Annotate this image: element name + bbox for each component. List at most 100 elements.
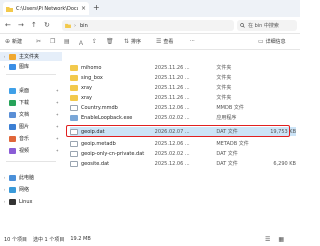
chevron-right-icon: › <box>3 54 6 59</box>
application-icon <box>70 114 78 121</box>
file-date: 2025.11.26 ... <box>154 64 190 71</box>
address-field[interactable]: › bin <box>62 20 234 31</box>
file-name: geoip.metadb <box>80 140 116 147</box>
pictures-icon <box>9 123 16 130</box>
sidebar-item-label: 网络 <box>19 187 30 193</box>
file-icon <box>70 104 78 111</box>
network-icon <box>9 186 16 193</box>
paste-icon[interactable]: ▤ <box>64 38 72 45</box>
delete-icon[interactable]: 🗑 <box>106 38 116 45</box>
close-tab-icon[interactable]: × <box>81 5 86 12</box>
file-icon <box>70 150 78 157</box>
list-item[interactable]: xray 2025.11.26 ... 文件夹 <box>70 93 296 102</box>
sidebar-item-this-pc[interactable]: › 此电脑 <box>0 173 62 182</box>
pin-icon: ✦ <box>55 124 59 129</box>
list-item[interactable]: EnableLoopback.exe 2025.02.02 ... 应用程序 <box>70 113 296 122</box>
list-item[interactable]: Country.mmdb 2025.12.06 ... MMDB 文件 <box>70 103 296 112</box>
file-type: MMDB 文件 <box>216 105 244 111</box>
sidebar-item-label: 视频 <box>19 148 30 154</box>
copy-icon[interactable]: ❐ <box>50 38 57 45</box>
list-item[interactable]: geoip.metadb 2025.12.06 ... METADB 文件 <box>70 139 296 148</box>
sidebar-item-label: 桌面 <box>19 88 30 94</box>
details-icon: ▭ <box>258 38 264 45</box>
more-button[interactable]: ··· <box>190 38 195 44</box>
file-name: EnableLoopback.exe <box>80 114 133 121</box>
pin-icon: ✦ <box>55 112 59 117</box>
explorer-tab[interactable]: C:\Users\Pi Network\Docume × <box>3 2 89 15</box>
refresh-button[interactable]: ↻ <box>44 20 50 30</box>
file-type: 文件夹 <box>216 75 232 81</box>
desktop-icon <box>9 87 16 94</box>
file-name: Country.mmdb <box>80 104 118 111</box>
view-button[interactable]: ☰ 查看 <box>156 38 173 45</box>
sidebar-item-label: 此电脑 <box>19 175 35 181</box>
file-name: geoip-only-cn-private.dat <box>80 150 145 157</box>
pin-icon: ✦ <box>55 100 59 105</box>
file-list: mihomo 2025.11.26 ... 文件夹 sing_box 2025.… <box>64 51 300 232</box>
file-icon <box>70 160 78 167</box>
rename-icon[interactable]: Ａ <box>78 38 86 47</box>
list-item[interactable]: mihomo 2025.11.26 ... 文件夹 <box>70 63 296 72</box>
list-item[interactable]: xray 2025.11.26 ... 文件夹 <box>70 83 296 92</box>
back-button[interactable]: ← <box>5 20 11 30</box>
chevron-right-icon: › <box>3 175 6 180</box>
details-label: 详细信息 <box>265 39 286 45</box>
file-type: 文件夹 <box>216 95 232 101</box>
chevron-right-icon: › <box>74 22 76 29</box>
sidebar-item-home[interactable]: › 主文件夹 <box>0 52 62 61</box>
search-input[interactable]: 在 bin 中搜索 <box>237 20 297 31</box>
view-label: 查看 <box>163 39 174 45</box>
details-view-icon[interactable]: ☰ <box>265 236 270 243</box>
file-type: DAT 文件 <box>216 151 238 157</box>
pin-icon: ✦ <box>55 88 59 93</box>
this-pc-icon <box>9 174 16 181</box>
download-icon <box>9 99 16 106</box>
sidebar-item-music[interactable]: 音乐 ✦ <box>0 134 62 143</box>
sidebar-item-label: 图片 <box>19 124 30 130</box>
sidebar-item-desktop[interactable]: 桌面 ✦ <box>0 86 62 95</box>
sidebar-item-network[interactable]: › 网络 <box>0 185 62 194</box>
file-name: xray <box>80 84 93 91</box>
sidebar-item-gallery[interactable]: › 图库 <box>0 62 62 71</box>
command-bar: ⊕ 新建 ✂ ❐ ▤ Ａ ⇪ 🗑 ⇅ 排序 ☰ 查看 ··· ▭ 详细信息 <box>0 34 300 50</box>
navigation-pane: › 主文件夹 › 图库 桌面 ✦ 下载 ✦ 文档 ✦ 图片 ✦ 音乐 ✦ 视频 … <box>0 51 62 232</box>
file-type: 文件夹 <box>216 85 232 91</box>
chevron-right-icon: › <box>3 64 6 69</box>
file-name: sing_box <box>80 74 103 81</box>
new-tab-button[interactable]: + <box>93 3 100 13</box>
search-placeholder: 在 bin 中搜索 <box>248 23 279 29</box>
share-icon[interactable]: ⇪ <box>92 38 99 45</box>
list-item[interactable]: geosite.dat 2025.12.06 ... DAT 文件 6,290 … <box>70 159 296 168</box>
title-bar: C:\Users\Pi Network\Docume × + <box>0 0 300 17</box>
highlight-box <box>66 125 290 137</box>
view-icon: ☰ <box>156 38 162 45</box>
tiles-view-icon[interactable]: ▦ <box>278 236 284 243</box>
item-count: 10 个项目 <box>4 236 27 243</box>
sidebar-item-label: 下载 <box>19 100 30 106</box>
gallery-icon <box>9 63 16 70</box>
sidebar-item-documents[interactable]: 文档 ✦ <box>0 110 62 119</box>
divider <box>6 74 56 75</box>
view-toggle[interactable]: ☰ ▦ <box>265 236 290 243</box>
videos-icon <box>9 147 16 154</box>
up-button[interactable]: ↑ <box>31 20 37 30</box>
documents-icon <box>9 111 16 118</box>
forward-button[interactable]: → <box>18 20 24 30</box>
sidebar-item-label: 音乐 <box>19 136 30 142</box>
chevron-right-icon: › <box>3 187 6 192</box>
list-item[interactable]: geoip-only-cn-private.dat 2025.02.02 ...… <box>70 149 296 158</box>
details-button[interactable]: ▭ 详细信息 <box>258 38 286 45</box>
new-button[interactable]: ⊕ 新建 <box>5 38 22 45</box>
sidebar-item-downloads[interactable]: 下载 ✦ <box>0 98 62 107</box>
sort-icon: ⇅ <box>124 38 130 45</box>
sort-button[interactable]: ⇅ 排序 <box>124 38 141 45</box>
sidebar-item-linux[interactable]: › Linux <box>0 197 62 206</box>
sidebar-item-label: 图库 <box>19 64 30 70</box>
cut-icon[interactable]: ✂ <box>36 38 43 45</box>
file-icon <box>70 140 78 147</box>
list-item[interactable]: sing_box 2025.11.20 ... 文件夹 <box>70 73 296 82</box>
sidebar-item-videos[interactable]: 视频 ✦ <box>0 146 62 155</box>
sidebar-item-pictures[interactable]: 图片 ✦ <box>0 122 62 131</box>
sidebar-item-label: Linux <box>19 198 33 205</box>
folder-icon <box>70 84 78 91</box>
